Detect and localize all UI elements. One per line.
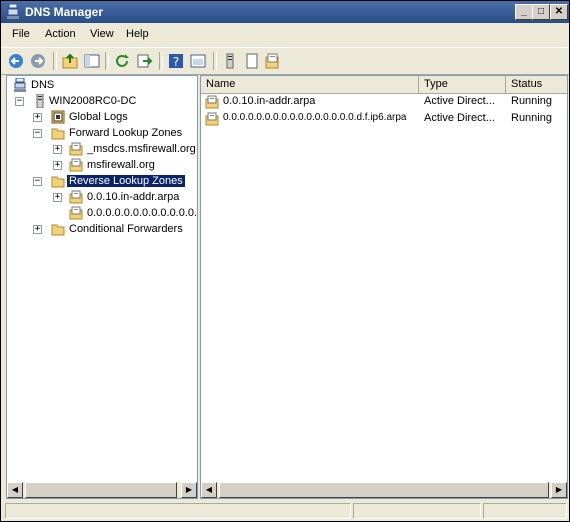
scroll-thumb[interactable] — [219, 482, 549, 498]
menu-bar: File Action View Help — [1, 25, 569, 45]
console-tree[interactable]: DNS − WIN2008RC0-DC + Global Logs − Forw… — [6, 75, 198, 499]
dns-manager-window: DNS Manager _ □ ✕ File Action View Help — [0, 0, 570, 522]
up-folder-icon[interactable] — [61, 52, 79, 70]
horizontal-scrollbar[interactable]: ◀ ▶ — [201, 482, 567, 498]
cell-type: Active Direct... — [424, 112, 495, 124]
expand-icon[interactable]: + — [53, 161, 62, 170]
server-icon — [36, 94, 44, 108]
list-row[interactable]: 0.0.0.0.0.0.0.0.0.0.0.0.0.0.0.0.d.f.ip6.… — [201, 111, 567, 128]
scroll-left-icon[interactable]: ◀ — [201, 482, 217, 498]
column-header-type[interactable]: Type — [419, 76, 506, 93]
title-bar[interactable]: DNS Manager _ □ ✕ — [1, 1, 569, 23]
tree-label-selected: Reverse Lookup Zones — [67, 175, 185, 187]
cell-name: 0.0.10.in-addr.arpa — [223, 95, 316, 107]
collapse-icon[interactable]: − — [15, 97, 24, 106]
scroll-right-icon[interactable]: ▶ — [181, 482, 197, 498]
status-panel — [353, 503, 481, 519]
folder-icon — [51, 128, 65, 140]
folder-icon — [51, 224, 65, 236]
status-panel — [483, 503, 567, 519]
svg-text:?: ? — [173, 55, 179, 69]
menu-help[interactable]: Help — [126, 28, 149, 40]
column-header-status[interactable]: Status — [506, 76, 567, 93]
status-panel — [5, 503, 351, 519]
window-title: DNS Manager — [25, 5, 104, 19]
toolbar-separator — [105, 52, 109, 70]
tree-label: Forward Lookup Zones — [69, 127, 183, 139]
tree-label: Global Logs — [69, 111, 128, 123]
help-icon[interactable]: ? — [167, 52, 185, 70]
tree-label: 0.0.0.0.0.0.0.0.0.0.0.0.0.0.0.0.d.f.ip6.… — [87, 207, 198, 219]
folder-icon — [51, 176, 65, 188]
minimize-button[interactable]: _ — [515, 4, 533, 20]
expand-icon[interactable]: + — [53, 145, 62, 154]
list-header: Name Type Status — [201, 76, 567, 94]
tree-label: 0.0.10.in-addr.arpa — [87, 191, 180, 203]
tree-label: msfirewall.org — [87, 159, 155, 171]
expand-icon[interactable]: + — [33, 225, 42, 234]
refresh-icon[interactable] — [113, 52, 131, 70]
toolbar-separator — [213, 52, 217, 70]
cell-status: Running — [511, 95, 552, 107]
back-icon[interactable] — [7, 52, 25, 70]
collapse-icon[interactable]: − — [33, 129, 42, 138]
tree-label: Conditional Forwarders — [69, 223, 183, 235]
tree-label: WIN2008RC0-DC — [49, 95, 137, 107]
horizontal-scrollbar[interactable]: ◀ ▶ — [7, 482, 197, 498]
export-list-icon[interactable] — [135, 52, 153, 70]
cell-type: Active Direct... — [424, 95, 495, 107]
zone-icon — [205, 95, 219, 109]
list-row[interactable]: 0.0.10.in-addr.arpa Active Direct... Run… — [201, 94, 567, 111]
maximize-button[interactable]: □ — [532, 4, 550, 20]
cell-status: Running — [511, 112, 552, 124]
scroll-right-icon[interactable]: ▶ — [551, 482, 567, 498]
close-button[interactable]: ✕ — [550, 4, 568, 20]
menu-action[interactable]: Action — [45, 28, 76, 40]
properties-icon[interactable] — [189, 52, 207, 70]
toolbar-separator — [53, 52, 57, 70]
tree-label: DNS — [31, 79, 55, 91]
forward-icon[interactable] — [29, 52, 47, 70]
zone-icon — [69, 206, 83, 220]
scroll-thumb[interactable] — [25, 482, 177, 498]
zone-icon — [69, 142, 83, 156]
cell-name: 0.0.0.0.0.0.0.0.0.0.0.0.0.0.0.0.d.f.ip6.… — [223, 112, 407, 123]
tree-label: _msdcs.msfirewall.org — [87, 143, 196, 155]
show-hide-tree-icon[interactable] — [83, 52, 101, 70]
toolbar: ? — [1, 47, 569, 75]
new-zone-icon[interactable] — [243, 52, 261, 70]
dns-app-icon — [7, 4, 19, 19]
toolbar-separator — [159, 52, 163, 70]
scroll-left-icon[interactable]: ◀ — [7, 482, 23, 498]
collapse-icon[interactable]: − — [33, 177, 42, 186]
zone-icon — [69, 158, 83, 172]
menu-file[interactable]: File — [12, 28, 30, 40]
dns-icon — [14, 78, 26, 92]
menu-view[interactable]: View — [90, 28, 114, 40]
server-icon[interactable] — [221, 52, 239, 70]
results-list[interactable]: Name Type Status 0.0.10.in-addr.arpa Act… — [200, 75, 568, 499]
zone-icon — [69, 190, 83, 204]
event-log-icon — [51, 110, 65, 124]
expand-icon[interactable]: + — [33, 113, 42, 122]
zone-icon[interactable] — [263, 52, 281, 70]
status-bar — [1, 501, 569, 521]
column-header-name[interactable]: Name — [201, 76, 419, 93]
zone-icon — [205, 112, 219, 126]
expand-icon[interactable]: + — [53, 193, 62, 202]
